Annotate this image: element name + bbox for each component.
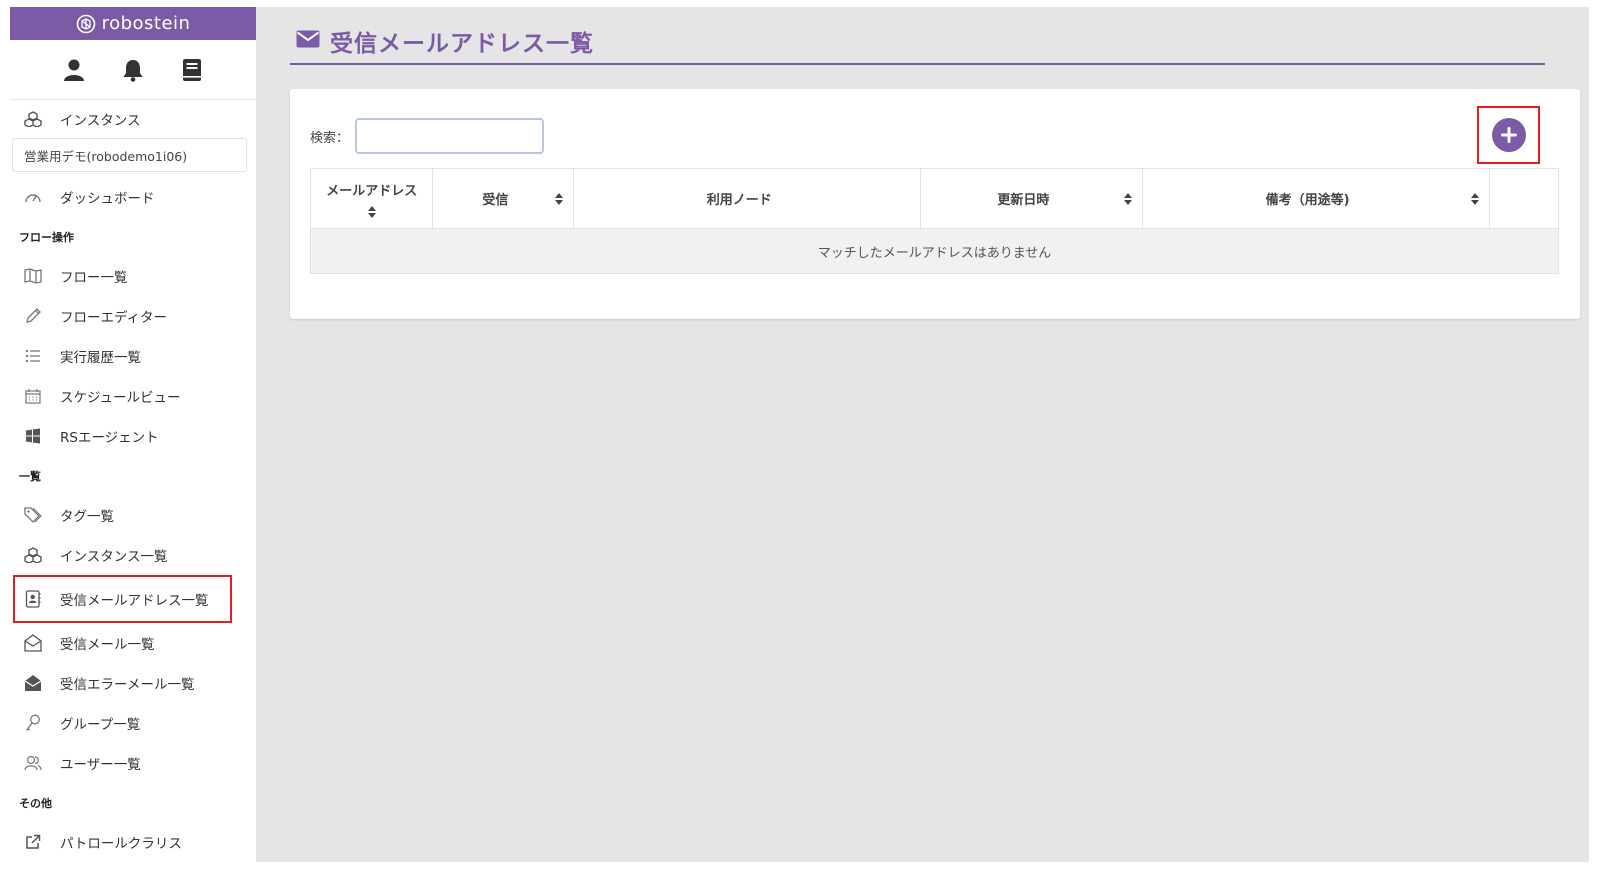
cubes-icon [22, 110, 44, 128]
column-header-updated-at[interactable]: 更新日時 [920, 168, 1143, 229]
sidebar-item-rs-agent[interactable]: RSエージェント [10, 416, 256, 456]
column-header-actions [1488, 168, 1560, 229]
table-row: マッチしたメールアドレスはありません [310, 228, 1559, 274]
main-content: 受信メールアドレス一覧 検索： メールアドレス 受信 利用ノード 更新日時 備考… [257, 7, 1589, 862]
sidebar-item-label: ユーザー一覧 [60, 757, 141, 773]
sidebar-item-patrol-clarice[interactable]: パトロールクラリス [10, 822, 256, 862]
page-header: 受信メールアドレス一覧 [290, 19, 1545, 65]
column-header-received[interactable]: 受信 [432, 168, 575, 229]
sidebar-item-group-list[interactable]: グループ一覧 [10, 703, 256, 743]
sidebar-item-execution-history[interactable]: 実行履歴一覧 [10, 336, 256, 376]
column-header-label: メールアドレス [326, 184, 418, 199]
sidebar-item-label: 実行履歴一覧 [60, 350, 141, 366]
sidebar-item-user-list[interactable]: ユーザー一覧 [10, 743, 256, 783]
sidebar-item-label: RSエージェント [60, 430, 159, 446]
sort-icon [1123, 192, 1132, 205]
sidebar-item-tag-list[interactable]: タグ一覧 [10, 495, 256, 535]
windows-icon [22, 427, 44, 445]
search-input[interactable] [355, 118, 545, 154]
section-label-flow: フロー操作 [19, 230, 74, 244]
sidebar-top-icons [10, 40, 256, 100]
column-header-used-node: 利用ノード [573, 168, 922, 229]
sidebar-item-received-error-mail-list[interactable]: 受信エラーメール一覧 [10, 663, 256, 703]
sidebar-item-flow-list[interactable]: フロー一覧 [10, 256, 256, 296]
address-table: メールアドレス 受信 利用ノード 更新日時 備考（用途等) マッチしたメールアド… [309, 168, 1560, 274]
key-icon [22, 714, 44, 732]
column-header-email-address[interactable]: メールアドレス [309, 168, 434, 229]
table-header-row: メールアドレス 受信 利用ノード 更新日時 備考（用途等) [309, 168, 1560, 229]
sort-icon [555, 192, 564, 205]
users-icon [22, 754, 44, 772]
instance-selector[interactable]: 営業用デモ(robodemo1i06) [12, 138, 247, 172]
sidebar-item-instance: インスタンス [10, 100, 256, 138]
sidebar-item-dashboard[interactable]: ダッシュボード [10, 177, 256, 217]
sidebar-item-label: ダッシュボード [60, 191, 155, 207]
column-header-label: 利用ノード [706, 193, 772, 208]
sidebar-item-label: 受信エラーメール一覧 [60, 677, 195, 693]
sidebar: robostein インスタンス 営業用デモ(robodemo1i06) ダッシ… [10, 7, 257, 862]
column-header-label: 受信 [482, 193, 509, 208]
envelope-filled-icon [22, 674, 44, 692]
sort-icon [1470, 192, 1479, 205]
gauge-icon [22, 188, 44, 206]
sidebar-item-label: インスタンス一覧 [60, 549, 168, 565]
tags-icon [22, 506, 44, 524]
sidebar-item-label: パトロールクラリス [60, 836, 182, 852]
envelope-icon [296, 30, 320, 52]
section-label-other: その他 [19, 796, 52, 810]
sidebar-item-label: タグ一覧 [60, 509, 114, 525]
sidebar-item-label: スケジュールビュー [60, 390, 181, 406]
brand-logo[interactable]: robostein [10, 7, 256, 40]
plus-icon [1500, 127, 1517, 143]
envelope-open-icon [22, 634, 44, 652]
sidebar-item-label: 受信メール一覧 [60, 637, 155, 653]
calendar-icon [22, 387, 44, 405]
sidebar-item-label: 受信メールアドレス一覧 [60, 593, 209, 609]
column-header-remarks[interactable]: 備考（用途等) [1141, 168, 1490, 229]
sort-icon [367, 206, 376, 218]
section-label-lists: 一覧 [19, 469, 41, 483]
book-icon[interactable] [178, 56, 206, 84]
bell-icon[interactable] [119, 56, 147, 84]
column-header-label: 更新日時 [997, 193, 1050, 208]
address-book-icon [22, 590, 44, 608]
sidebar-item-label: フロー一覧 [60, 270, 128, 286]
sidebar-item-schedule-view[interactable]: スケジュールビュー [10, 376, 256, 416]
address-list-card: 検索： メールアドレス 受信 利用ノード 更新日時 備考（用途等) マッチしたメ… [290, 89, 1580, 319]
brand-name: robostein [101, 13, 191, 34]
list-icon [22, 347, 44, 365]
add-button-highlight [1477, 106, 1540, 164]
add-address-button[interactable] [1491, 118, 1526, 152]
pencil-icon [22, 307, 44, 325]
sidebar-item-received-mail-list[interactable]: 受信メール一覧 [10, 623, 256, 663]
instance-selector-value: 営業用デモ(robodemo1i06) [24, 148, 188, 164]
search-label: 検索： [310, 130, 350, 146]
sidebar-item-label: フローエディター [60, 310, 168, 326]
map-icon [22, 267, 44, 285]
search-row: 検索： [310, 118, 545, 154]
sidebar-item-label: グループ一覧 [60, 717, 141, 733]
cubes-icon [22, 546, 44, 564]
column-header-label: 備考（用途等) [1265, 193, 1350, 208]
sidebar-item-instance-list[interactable]: インスタンス一覧 [10, 535, 256, 575]
sidebar-item-received-mail-address-list[interactable]: 受信メールアドレス一覧 [13, 575, 232, 623]
sidebar-item-flow-editor[interactable]: フローエディター [10, 296, 256, 336]
robostein-logo-icon [76, 14, 95, 33]
external-link-icon [22, 833, 44, 851]
page-title: 受信メールアドレス一覧 [330, 31, 594, 57]
user-icon[interactable] [60, 56, 88, 84]
empty-message: マッチしたメールアドレスはありません [310, 228, 1559, 274]
sidebar-item-label: インスタンス [60, 113, 141, 129]
